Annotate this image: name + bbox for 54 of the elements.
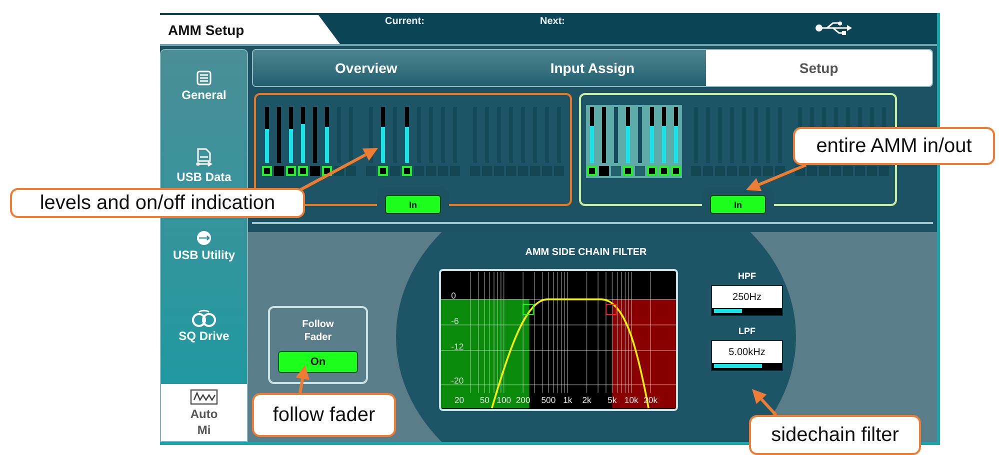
tab[interactable]: Overview <box>253 50 480 86</box>
axis-label: -6 <box>451 316 459 326</box>
meter-track <box>602 107 606 163</box>
sidebar-item[interactable]: Auto Mi <box>161 384 247 441</box>
filter-label: LPF <box>738 326 756 336</box>
sidebar-label: Auto <box>190 408 218 420</box>
frequency-field[interactable]: 5.00kHz <box>711 340 783 371</box>
next-label: Next: <box>540 16 566 27</box>
meter-track <box>277 107 281 163</box>
axis-label: 50 <box>480 395 490 406</box>
sidebar-label: General <box>182 89 226 102</box>
meter-track <box>313 107 317 163</box>
callout-tooltip: sidechain filter <box>749 415 921 455</box>
sidebar-label: USB Data <box>176 171 232 184</box>
lpf-handle[interactable] <box>606 304 617 316</box>
axis-label: 20 <box>454 395 464 406</box>
list-icon <box>196 70 212 86</box>
follow-fader-title: Follow Fader <box>301 318 335 344</box>
usb-icon <box>815 21 853 35</box>
screen-title: AMM Setup <box>160 15 340 44</box>
axis-label: 2k <box>582 395 592 406</box>
sidebar-label: SQ Drive <box>178 330 230 343</box>
axis-label: 1k <box>563 395 572 406</box>
frequency-field[interactable]: 250Hz <box>711 285 783 316</box>
hpf-handle[interactable] <box>522 304 534 316</box>
axis-label: 500 <box>541 395 556 406</box>
filter-label: HPF <box>738 271 756 281</box>
sidebar-item[interactable]: USB Data <box>161 144 247 188</box>
callout-tooltip: levels and on/off indication <box>10 188 305 218</box>
callout-arrow <box>752 389 778 416</box>
axis-label: 10k <box>624 395 638 406</box>
callout-tooltip: follow fader <box>252 393 396 437</box>
callout-tooltip: entire AMM in/out <box>793 127 995 165</box>
sidebar-label: Mi <box>197 424 211 436</box>
meter-track <box>638 107 642 163</box>
axis-label: 100 <box>496 395 512 406</box>
tab[interactable]: Setup <box>706 50 932 86</box>
axis-label: -12 <box>451 342 464 352</box>
callout-arrow <box>296 365 310 394</box>
waveform-box-icon <box>190 388 218 404</box>
axis-label: -20 <box>451 376 464 386</box>
current-label: Current: <box>385 16 426 27</box>
axis-label: 5k <box>608 395 617 406</box>
sidebar-item[interactable]: USB Utility <box>161 224 247 268</box>
sidebar-label: USB Utility <box>172 249 235 262</box>
axis-label: 0 <box>451 290 456 300</box>
tab[interactable]: Input Assign <box>479 50 706 86</box>
on-button[interactable]: On <box>278 350 358 372</box>
disc-pair-icon <box>191 309 217 327</box>
document-usb-icon <box>195 148 213 168</box>
callout-arrow <box>746 164 807 192</box>
sidebar-item[interactable]: General <box>161 64 247 108</box>
filter-title: AMM SIDE CHAIN FILTER <box>525 247 647 258</box>
meter-track <box>614 107 618 163</box>
